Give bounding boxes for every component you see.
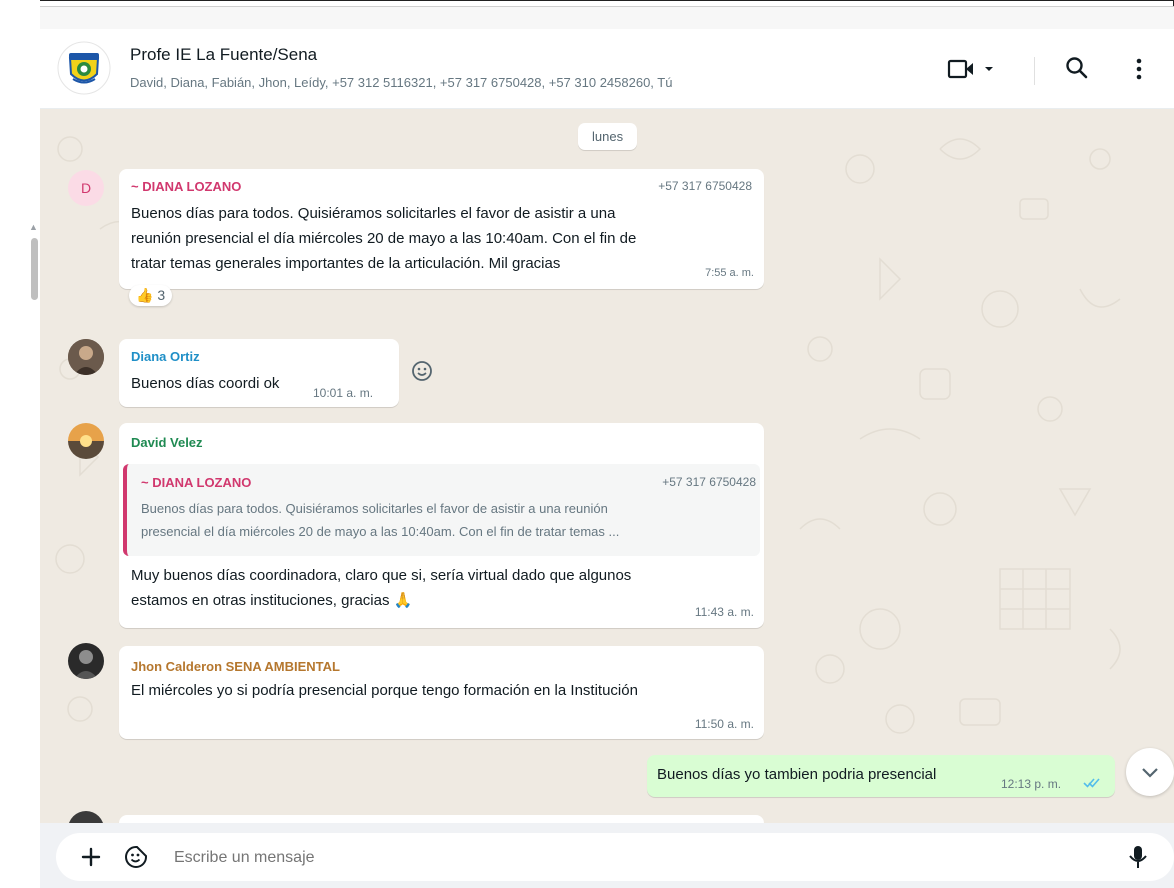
chat-header[interactable]: Profe IE La Fuente/Sena David, Diana, Fa… xyxy=(40,29,1174,109)
plus-icon xyxy=(81,847,101,867)
emoji-smile-icon xyxy=(412,361,432,381)
sunset-photo-icon xyxy=(68,423,104,459)
message-time: 10:01 a. m. xyxy=(313,386,374,400)
search-button[interactable] xyxy=(1064,55,1090,86)
composer-bar xyxy=(40,823,1174,888)
chevron-down-icon xyxy=(1142,768,1158,778)
message-time: 7:55 a. m. xyxy=(705,267,754,279)
sender-name[interactable]: ~ DIANA LOZANO xyxy=(131,179,241,194)
sender-name[interactable]: Jhon Calderon SENA AMBIENTAL xyxy=(131,659,340,674)
message-text: Buenos días coordi ok xyxy=(131,375,280,392)
quoted-message[interactable]: ~ DIANA LOZANO +57 317 6750428 Buenos dí… xyxy=(123,464,760,556)
avatar[interactable] xyxy=(68,643,104,679)
composer-input-wrap xyxy=(56,833,1174,881)
group-participants[interactable]: David, Diana, Fabián, Jhon, Leídy, +57 3… xyxy=(130,75,672,90)
message-bubble[interactable]: Jhon Calderon SENA AMBIENTAL El miércole… xyxy=(119,646,764,739)
attach-button[interactable] xyxy=(80,846,102,873)
quoted-phone: +57 317 6750428 xyxy=(662,475,756,489)
video-call-button[interactable] xyxy=(947,57,997,86)
school-crest-icon xyxy=(57,41,111,95)
more-options-icon xyxy=(1136,58,1142,80)
outgoing-message-bubble[interactable]: Buenos días yo tambien podria presencial… xyxy=(647,755,1115,797)
message-time: 11:50 a. m. xyxy=(694,717,754,731)
scroll-to-bottom-button[interactable] xyxy=(1126,748,1174,796)
search-icon xyxy=(1066,57,1088,79)
message-time: 12:13 p. m. xyxy=(1001,777,1062,791)
message-text: Buenos días yo tambien podria presencial xyxy=(657,766,937,783)
person-photo-icon xyxy=(68,643,104,679)
sticker-button[interactable] xyxy=(124,845,148,874)
thumbs-up-icon: 👍 xyxy=(136,287,154,303)
quoted-text: Buenos días para todos. Quisiéramos soli… xyxy=(141,501,620,539)
menu-button[interactable] xyxy=(1133,56,1145,87)
sender-phone: +57 317 6750428 xyxy=(658,179,752,193)
quoted-sender: ~ DIANA LOZANO xyxy=(141,475,252,490)
message-bubble[interactable] xyxy=(119,815,764,823)
message-bubble[interactable]: Diana Ortiz Buenos días coordi ok 10:01 … xyxy=(119,339,399,407)
avatar[interactable] xyxy=(68,339,104,375)
avatar[interactable] xyxy=(68,423,104,459)
message-input[interactable] xyxy=(172,843,1076,873)
message-text: Buenos días para todos. Quisiéramos soli… xyxy=(131,205,637,272)
reaction-badge[interactable]: 👍 3 xyxy=(129,285,173,306)
message-time: 11:43 a. m. xyxy=(694,605,754,619)
react-button[interactable] xyxy=(411,360,433,387)
window-top-strip xyxy=(18,6,1174,29)
message-list[interactable]: lunes D ~ DIANA LOZANO +57 317 6750428 B… xyxy=(40,109,1174,823)
voice-message-button[interactable] xyxy=(1127,844,1149,875)
sticker-icon xyxy=(125,846,147,868)
message-text: Muy buenos días coordinadora, claro que … xyxy=(131,567,632,609)
left-scrollbar-thumb[interactable] xyxy=(31,238,38,300)
video-camera-icon xyxy=(947,59,993,79)
avatar[interactable]: D xyxy=(68,170,104,206)
sender-name[interactable]: David Velez xyxy=(131,435,203,450)
message-bubble[interactable]: David Velez ~ DIANA LOZANO +57 317 67504… xyxy=(119,423,764,628)
message-text: El miércoles yo si podría presencial por… xyxy=(131,682,638,699)
group-avatar[interactable] xyxy=(57,41,111,95)
group-title[interactable]: Profe IE La Fuente/Sena xyxy=(130,45,317,65)
message-bubble[interactable]: ~ DIANA LOZANO +57 317 6750428 Buenos dí… xyxy=(119,169,764,289)
read-double-check-icon xyxy=(1083,778,1100,788)
scroll-up-arrow-icon[interactable]: ▲ xyxy=(29,222,38,232)
sender-name[interactable]: Diana Ortiz xyxy=(131,349,200,364)
left-panel-edge: ▲ xyxy=(0,0,40,888)
person-photo-icon xyxy=(68,339,104,375)
reaction-count: 3 xyxy=(157,287,166,303)
microphone-icon xyxy=(1129,846,1147,868)
header-divider xyxy=(1034,57,1035,85)
date-divider: lunes xyxy=(578,123,638,150)
